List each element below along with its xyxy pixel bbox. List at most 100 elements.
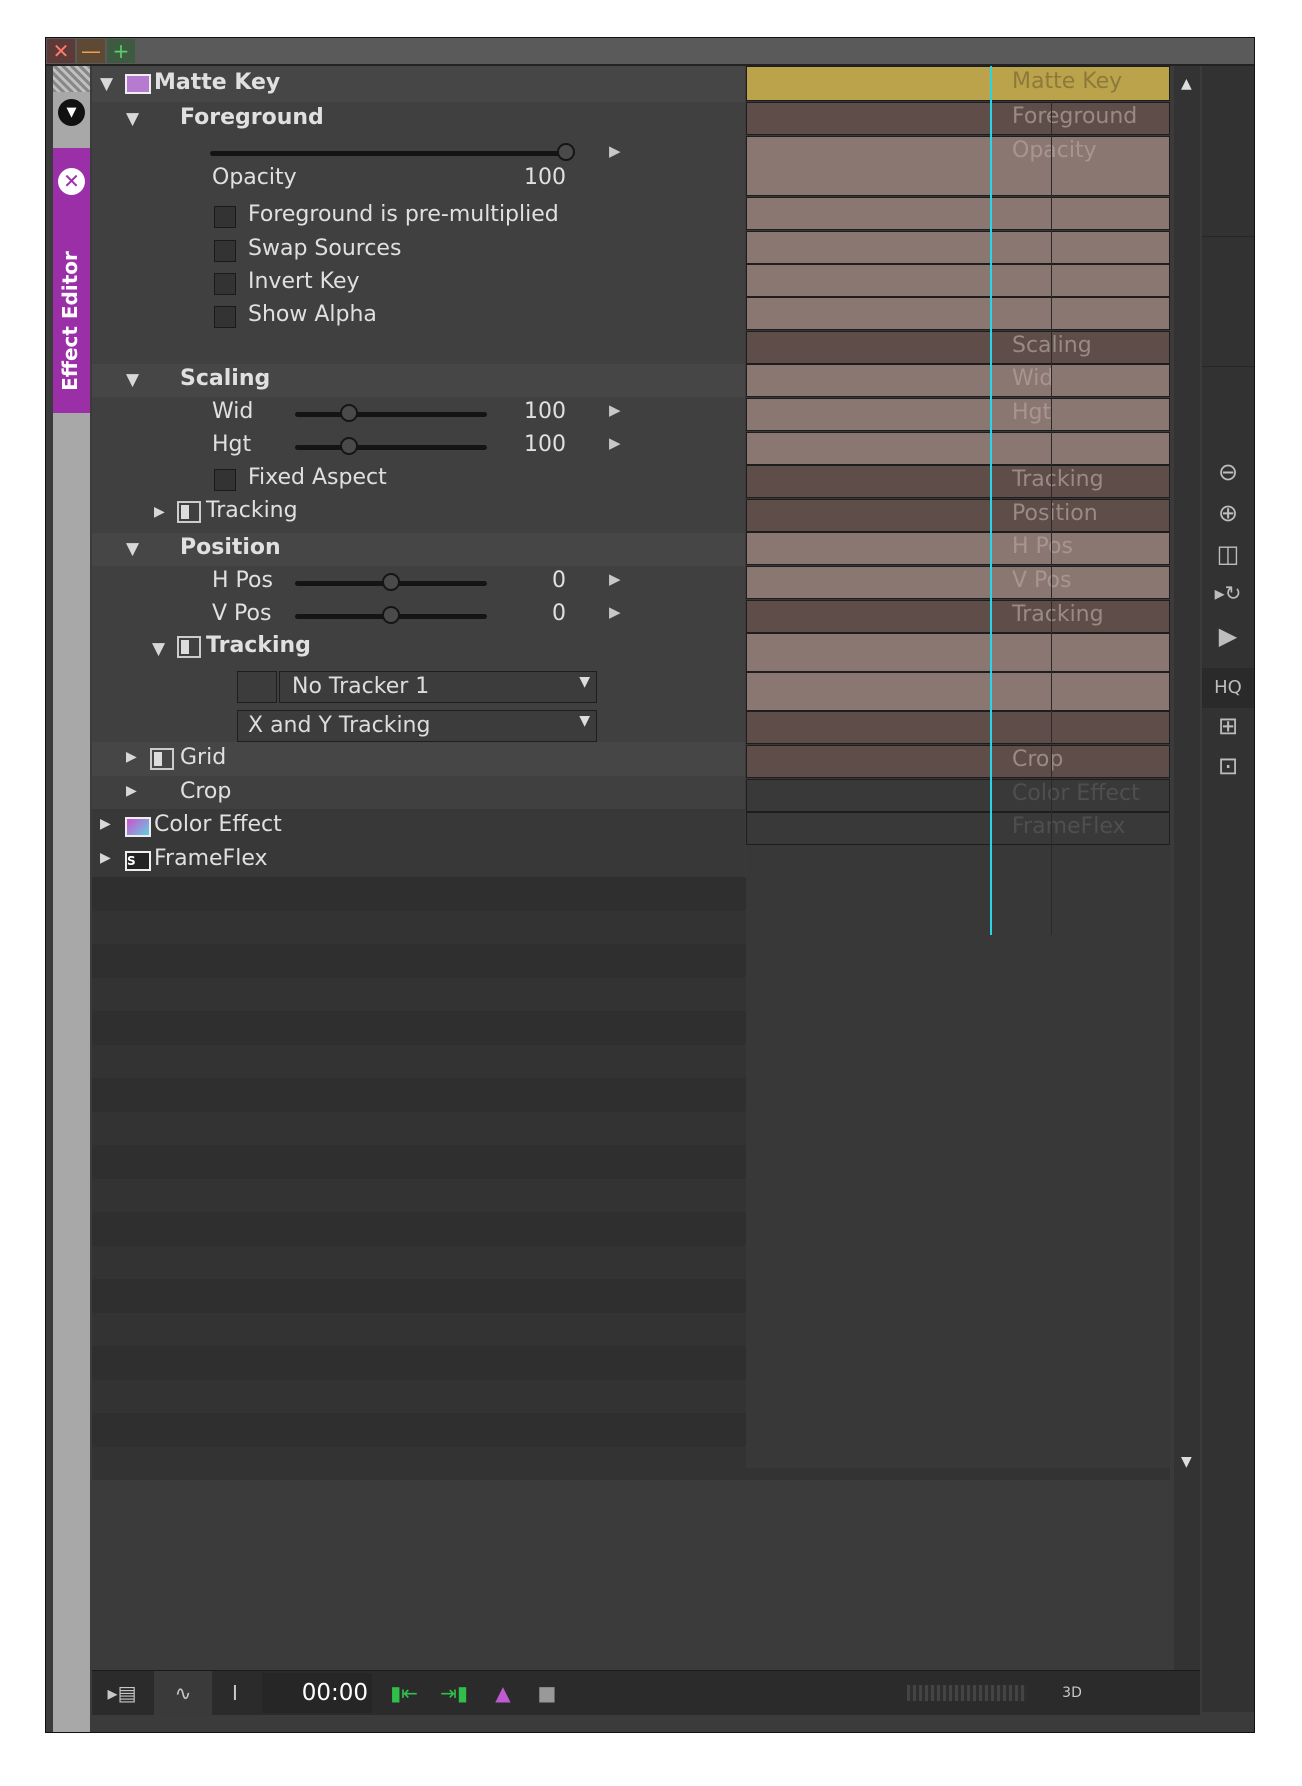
tracker-dropdown[interactable]: No Tracker 1 ▼ (279, 671, 597, 703)
timeline-track[interactable] (746, 711, 1170, 744)
opacity-slider-knob[interactable] (557, 143, 575, 161)
close-tab-icon[interactable]: ✕ (58, 168, 85, 195)
play-icon[interactable]: ▶ (1202, 622, 1254, 650)
play-loop-icon[interactable]: ▸↻ (1202, 581, 1254, 605)
collapse-arrow-icon[interactable]: ▼ (126, 370, 139, 390)
collapse-arrow-icon[interactable]: ▼ (152, 639, 165, 659)
curve-view-icon[interactable]: ∿ (154, 1671, 212, 1715)
expand-arrow-icon[interactable]: ▶ (100, 816, 111, 832)
invert-key-label: Invert Key (248, 269, 360, 294)
stop-icon[interactable]: ■ (532, 1671, 562, 1715)
tracker-color-swatch[interactable] (237, 671, 277, 703)
expand-arrow-icon[interactable]: ▶ (126, 783, 137, 799)
timeline-track[interactable] (746, 297, 1170, 330)
timeline-track[interactable] (746, 432, 1170, 465)
timeline-track[interactable] (746, 672, 1170, 711)
expand-arrow-icon[interactable]: ▶ (100, 850, 111, 866)
timeline-track[interactable]: V Pos (746, 566, 1170, 599)
collapse-arrow-icon[interactable]: ▼ (126, 539, 139, 559)
group-crop[interactable]: ▶ Crop (92, 776, 745, 809)
dropdown-icon[interactable]: ▼ (58, 99, 85, 126)
add-window-button[interactable]: + (107, 39, 135, 63)
go-to-out-icon[interactable]: ⇥▮ (434, 1671, 474, 1715)
hgt-slider-track[interactable] (295, 445, 487, 450)
expand-arrow-icon[interactable]: ▶ (154, 504, 165, 520)
add-keyframe-icon[interactable]: ▲ (488, 1671, 518, 1715)
timeline-track[interactable]: Position (746, 499, 1170, 532)
safe-area-icon[interactable]: ⊞ (1202, 712, 1254, 740)
jog-bar-fill (907, 1685, 1027, 1701)
swap-sources-checkbox[interactable] (214, 240, 236, 262)
effect-row-color-effect[interactable]: ▶ Color Effect (92, 809, 745, 843)
keyframe-arrow-icon[interactable]: ▶ (609, 603, 621, 621)
timeline-track[interactable]: Crop (746, 745, 1170, 778)
jog-bar[interactable] (902, 1671, 1032, 1715)
timeline-track[interactable]: Tracking (746, 465, 1170, 498)
keyframe-arrow-icon[interactable]: ▶ (609, 434, 621, 452)
keyframe-timeline[interactable]: Matte Key Foreground Opacity Scaling Wid… (746, 66, 1170, 1468)
timeline-track[interactable]: FrameFlex (746, 812, 1170, 845)
tracking-toggle-icon[interactable] (177, 636, 201, 658)
effect-row-matte-key[interactable]: ▼ Matte Key (92, 66, 745, 102)
fit-icon[interactable]: ⊡ (1202, 752, 1254, 780)
premultiplied-checkbox[interactable] (214, 206, 236, 228)
timeline-track[interactable]: Matte Key (746, 66, 1170, 101)
hgt-value[interactable]: 100 (506, 432, 566, 457)
timecode-display[interactable]: 00:00 (262, 1673, 372, 1713)
group-scaling-header[interactable]: ▼ Scaling (92, 364, 745, 397)
opacity-value[interactable]: 100 (506, 165, 566, 190)
hpos-value[interactable]: 0 (506, 568, 566, 593)
expand-arrow-icon[interactable]: ▶ (126, 749, 137, 765)
close-window-button[interactable]: ✕ (47, 39, 75, 63)
hgt-slider-knob[interactable] (339, 437, 358, 455)
text-cursor-icon[interactable]: Ⅰ (220, 1671, 250, 1715)
playhead[interactable] (990, 66, 992, 935)
timeline-track[interactable]: Color Effect (746, 779, 1170, 812)
zoom-out-icon[interactable]: ⊖ (1202, 458, 1254, 486)
timeline-track[interactable]: Scaling (746, 331, 1170, 364)
track-view-icon[interactable]: ▸▤ (100, 1671, 144, 1715)
drag-handle[interactable] (53, 66, 90, 92)
fixed-aspect-checkbox[interactable] (214, 469, 236, 491)
render-3d-button[interactable]: 3D (1052, 1671, 1092, 1715)
wid-slider-track[interactable] (295, 412, 487, 417)
grid-toggle-icon[interactable] (150, 748, 174, 770)
tracking-toggle-icon[interactable] (177, 501, 201, 523)
group-position-header[interactable]: ▼ Position (92, 533, 745, 566)
collapse-arrow-icon[interactable]: ▼ (100, 74, 113, 94)
tracking-mode-dropdown[interactable]: X and Y Tracking ▼ (237, 710, 597, 742)
hpos-slider-knob[interactable] (382, 573, 400, 591)
scroll-up-icon[interactable]: ▲ (1181, 76, 1192, 92)
show-alpha-checkbox[interactable] (214, 306, 236, 328)
timeline-track[interactable]: Opacity (746, 136, 1170, 196)
zoom-in-icon[interactable]: ⊕ (1202, 499, 1254, 527)
timeline-track[interactable]: H Pos (746, 532, 1170, 565)
timeline-track[interactable]: Foreground (746, 102, 1170, 135)
split-view-icon[interactable]: ◫ (1202, 540, 1254, 568)
collapse-arrow-icon[interactable]: ▼ (126, 109, 139, 129)
opacity-slider-track[interactable] (210, 151, 566, 156)
timeline-track[interactable] (746, 231, 1170, 264)
go-to-in-icon[interactable]: ▮⇤ (384, 1671, 424, 1715)
timeline-track[interactable]: Wid (746, 364, 1170, 397)
effect-editor-tab[interactable]: ✕ Effect Editor (53, 148, 90, 413)
group-grid[interactable]: ▶ Grid (92, 742, 745, 776)
keyframe-arrow-icon[interactable]: ▶ (609, 570, 621, 588)
effect-row-frameflex[interactable]: ▶ S FrameFlex (92, 843, 745, 877)
vertical-scrollbar[interactable]: ▲ ▼ (1174, 66, 1200, 1712)
timeline-track[interactable] (746, 197, 1170, 230)
hq-button[interactable]: HQ (1202, 668, 1254, 708)
vpos-value[interactable]: 0 (506, 601, 566, 626)
timeline-track[interactable]: Tracking (746, 600, 1170, 633)
timeline-track[interactable] (746, 633, 1170, 672)
keyframe-arrow-icon[interactable]: ▶ (609, 142, 621, 160)
timeline-track[interactable] (746, 264, 1170, 297)
wid-slider-knob[interactable] (339, 404, 358, 422)
keyframe-arrow-icon[interactable]: ▶ (609, 401, 621, 419)
wid-value[interactable]: 100 (506, 399, 566, 424)
vpos-slider-knob[interactable] (382, 606, 400, 624)
minimize-window-button[interactable]: — (77, 39, 105, 63)
scroll-down-icon[interactable]: ▼ (1181, 1454, 1192, 1470)
timeline-track[interactable]: Hgt (746, 398, 1170, 431)
invert-key-checkbox[interactable] (214, 273, 236, 295)
